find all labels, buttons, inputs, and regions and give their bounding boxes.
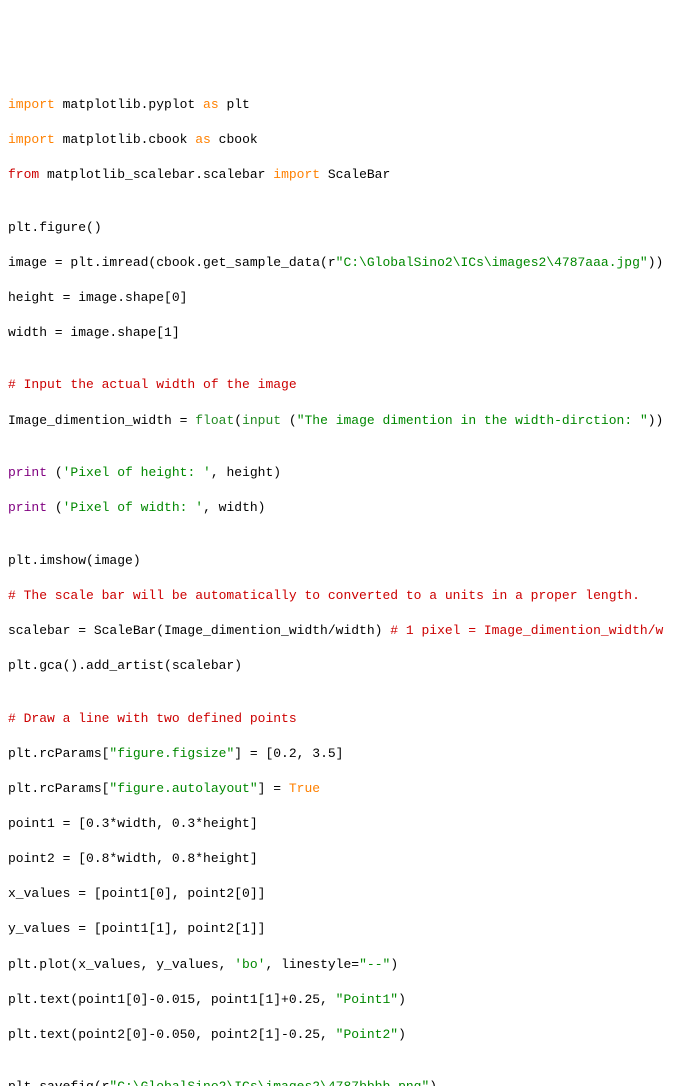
string-literal: 'Pixel of width: ' (63, 500, 203, 515)
comment: # Input the actual width of the image (8, 376, 674, 394)
code-text: ScaleBar (320, 167, 390, 182)
code-line: width = image.shape[1] (8, 324, 674, 342)
string-literal: "C:\GlobalSino2\ICs\images2\4787bbbb.png… (109, 1079, 429, 1086)
code-line: import matplotlib.cbook as cbook (8, 131, 674, 149)
code-text: ( (47, 465, 63, 480)
code-text: scalebar = ScaleBar(Image_dimention_widt… (8, 623, 390, 638)
code-line: point1 = [0.3*width, 0.3*height] (8, 815, 674, 833)
keyword-import: import (8, 97, 55, 112)
code-text: ] = [0.2, 3.5] (234, 746, 343, 761)
keyword-as: as (195, 132, 211, 147)
keyword-from: from (8, 167, 39, 182)
code-line: print ('Pixel of height: ', height) (8, 464, 674, 482)
string-literal: "Point1" (336, 992, 398, 1007)
string-literal: "figure.figsize" (109, 746, 234, 761)
code-line: import matplotlib.pyplot as plt (8, 96, 674, 114)
code-text: matplotlib_scalebar.scalebar (39, 167, 273, 182)
code-text: matplotlib.cbook (55, 132, 195, 147)
code-text: plt.text(point2[0]-0.050, point2[1]-0.25… (8, 1027, 336, 1042)
code-text: , height) (211, 465, 281, 480)
code-line: height = image.shape[0] (8, 289, 674, 307)
code-text: )) (648, 255, 664, 270)
comment: # 1 pixel = Image_dimention_width/w (390, 623, 663, 638)
code-text: , linestyle= (265, 957, 359, 972)
code-line: plt.figure() (8, 219, 674, 237)
code-text: ) (398, 992, 406, 1007)
code-line: point2 = [0.8*width, 0.8*height] (8, 850, 674, 868)
code-text: image = plt.imread(cbook.get_sample_data… (8, 255, 336, 270)
keyword-as: as (203, 97, 219, 112)
string-literal: "C:\GlobalSino2\ICs\images2\4787aaa.jpg" (336, 255, 648, 270)
code-text: ] = (258, 781, 289, 796)
comment: # Draw a line with two defined points (8, 710, 674, 728)
code-block: import matplotlib.pyplot as plt import m… (8, 78, 674, 1086)
code-text: ) (429, 1079, 437, 1086)
builtin-float: float (195, 413, 234, 428)
builtin-input: input (242, 413, 281, 428)
code-line: Image_dimention_width = float(input ("Th… (8, 412, 674, 430)
code-text: cbook (211, 132, 258, 147)
code-text: , width) (203, 500, 265, 515)
code-line: plt.text(point1[0]-0.015, point1[1]+0.25… (8, 991, 674, 1009)
string-literal: "figure.autolayout" (109, 781, 257, 796)
code-line: print ('Pixel of width: ', width) (8, 499, 674, 517)
code-line: plt.savefig(r"C:\GlobalSino2\ICs\images2… (8, 1078, 674, 1086)
code-text: plt.rcParams[ (8, 746, 109, 761)
keyword-import: import (8, 132, 55, 147)
code-line: plt.imshow(image) (8, 552, 674, 570)
code-line: y_values = [point1[1], point2[1]] (8, 920, 674, 938)
code-line: image = plt.imread(cbook.get_sample_data… (8, 254, 674, 272)
string-literal: "Point2" (336, 1027, 398, 1042)
code-text: plt.text(point1[0]-0.015, point1[1]+0.25… (8, 992, 336, 1007)
builtin-print: print (8, 500, 47, 515)
code-line: scalebar = ScaleBar(Image_dimention_widt… (8, 622, 674, 640)
string-literal: "--" (359, 957, 390, 972)
code-text: matplotlib.pyplot (55, 97, 203, 112)
code-line: plt.gca().add_artist(scalebar) (8, 657, 674, 675)
code-text: Image_dimention_width = (8, 413, 195, 428)
code-text: ( (281, 413, 297, 428)
code-text: plt.rcParams[ (8, 781, 109, 796)
code-text: plt.savefig(r (8, 1079, 109, 1086)
code-text: ( (47, 500, 63, 515)
comment: # The scale bar will be automatically to… (8, 587, 674, 605)
code-text: ) (390, 957, 398, 972)
builtin-print: print (8, 465, 47, 480)
keyword-true: True (289, 781, 320, 796)
code-text: )) (648, 413, 664, 428)
string-literal: 'bo' (234, 957, 265, 972)
code-line: plt.rcParams["figure.autolayout"] = True (8, 780, 674, 798)
keyword-import: import (273, 167, 320, 182)
code-text: plt.plot(x_values, y_values, (8, 957, 234, 972)
code-line: plt.plot(x_values, y_values, 'bo', lines… (8, 956, 674, 974)
code-line: x_values = [point1[0], point2[0]] (8, 885, 674, 903)
code-line: plt.rcParams["figure.figsize"] = [0.2, 3… (8, 745, 674, 763)
string-literal: "The image dimention in the width-dircti… (297, 413, 648, 428)
code-text: ) (398, 1027, 406, 1042)
code-line: from matplotlib_scalebar.scalebar import… (8, 166, 674, 184)
code-line: plt.text(point2[0]-0.050, point2[1]-0.25… (8, 1026, 674, 1044)
code-text: ( (234, 413, 242, 428)
string-literal: 'Pixel of height: ' (63, 465, 211, 480)
code-text: plt (219, 97, 250, 112)
